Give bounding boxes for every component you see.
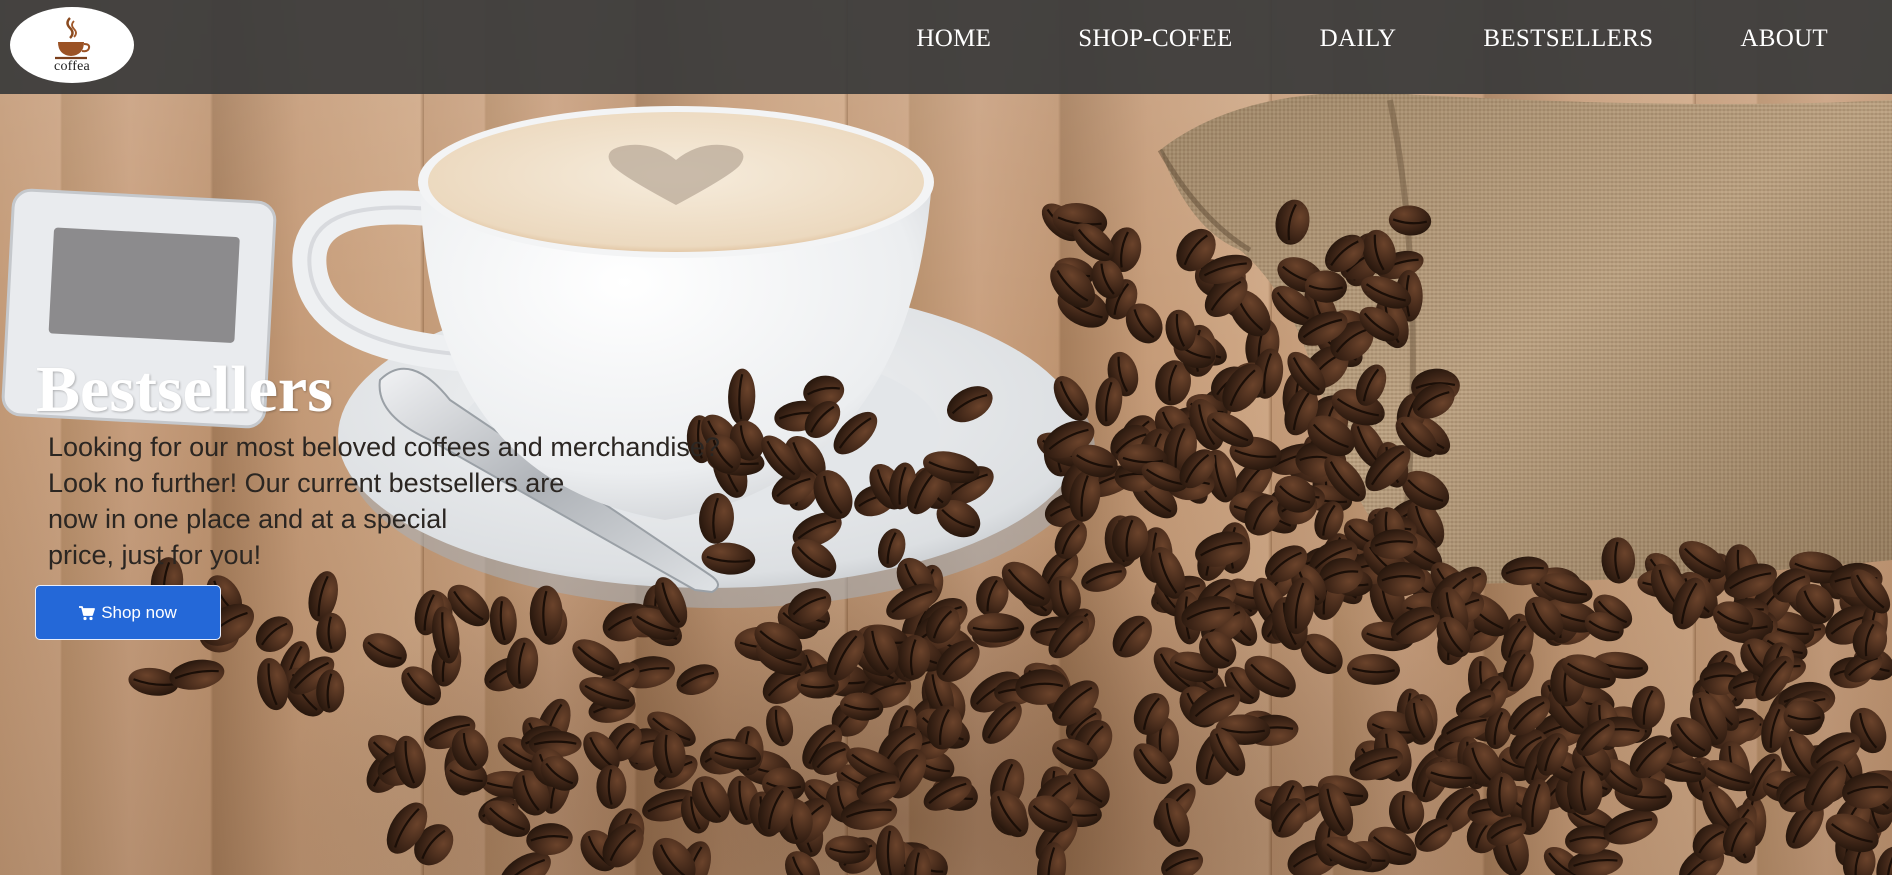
brand-name: coffea	[54, 59, 90, 74]
hero-line-2: Look no further! Our current bestsellers…	[48, 468, 565, 498]
nav-about[interactable]: ABOUT	[1740, 25, 1828, 53]
top-navbar: coffea HOME SHOP-COFEE DAILY BESTSELLERS…	[0, 0, 1892, 94]
hero-description: Looking for our most beloved coffees and…	[48, 429, 868, 573]
hero-line-4: price, just for you!	[48, 540, 262, 570]
brand-logo[interactable]: coffea	[10, 7, 134, 83]
coffee-cup-icon	[55, 17, 91, 60]
nav-shop-cofee[interactable]: SHOP-COFEE	[1078, 25, 1232, 53]
hero-line-1: Looking for our most beloved coffees and…	[48, 432, 720, 462]
coffee-bean	[526, 823, 573, 856]
cart-icon	[79, 605, 96, 620]
coffee-bean	[489, 596, 517, 645]
coffee-bean	[676, 664, 719, 695]
nav-daily[interactable]: DAILY	[1320, 25, 1397, 53]
main-nav: HOME SHOP-COFEE DAILY BESTSELLERS ABOUT	[916, 0, 1828, 78]
coffee-bean	[967, 613, 1025, 643]
coffee-bean	[362, 633, 407, 668]
coffee-bean	[1347, 653, 1400, 685]
coffee-bean	[596, 765, 627, 809]
coffee-bean	[1112, 615, 1152, 658]
nav-bestsellers[interactable]: BESTSELLERS	[1483, 25, 1653, 53]
shop-now-label: Shop now	[101, 602, 177, 622]
coffee-bean	[766, 705, 794, 747]
shop-now-button[interactable]: Shop now	[35, 585, 221, 640]
hero-title: Bestsellers	[36, 353, 333, 426]
nav-home[interactable]: HOME	[916, 25, 991, 53]
coffee-bean	[875, 825, 906, 875]
coffee-bean	[1161, 849, 1204, 875]
hero-line-3: now in one place and at a special	[48, 504, 448, 534]
